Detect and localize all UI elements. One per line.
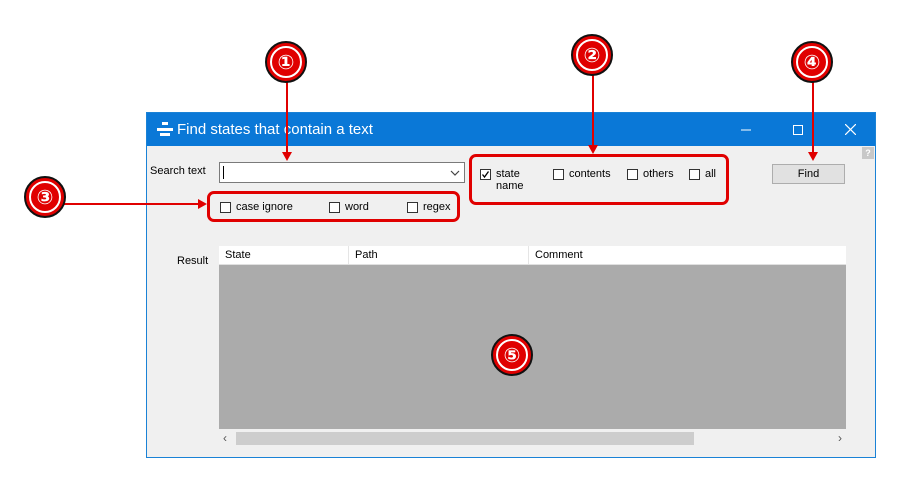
horizontal-scrollbar[interactable]: ‹ › (219, 429, 846, 448)
title-bar[interactable]: Find states that contain a text (147, 113, 875, 146)
help-icon[interactable]: ? (862, 147, 874, 159)
search-text-combobox[interactable] (219, 162, 465, 183)
result-label: Result (177, 255, 209, 267)
annotation-badge-2: ② (571, 34, 613, 76)
column-header-state[interactable]: State (219, 246, 349, 264)
annotation-number-5: ⑤ (496, 339, 528, 371)
options-highlight-box (207, 191, 460, 222)
arrow-3-line (62, 203, 200, 205)
find-button[interactable]: Find (772, 164, 845, 184)
annotation-badge-3: ③ (24, 176, 66, 218)
annotation-number-2: ② (576, 39, 608, 71)
annotation-number-3: ③ (29, 181, 61, 213)
scrollbar-thumb[interactable] (236, 432, 694, 445)
arrow-4-head (808, 152, 818, 161)
arrow-2-head (588, 145, 598, 154)
window-title: Find states that contain a text (177, 121, 373, 138)
arrow-2-line (592, 75, 594, 147)
result-grid[interactable]: State Path Comment ‹ › (219, 246, 846, 448)
close-button[interactable] (827, 113, 873, 146)
minimize-icon (741, 129, 751, 130)
arrow-1-head (282, 152, 292, 161)
chevron-right-icon[interactable]: › (838, 431, 842, 445)
annotation-number-1: ① (270, 46, 302, 78)
grid-header: State Path Comment (219, 246, 846, 265)
column-header-path[interactable]: Path (349, 246, 529, 264)
annotation-badge-1: ① (265, 41, 307, 83)
scope-highlight-box (469, 154, 729, 205)
maximize-button[interactable] (775, 113, 821, 146)
arrow-1-line (286, 82, 288, 154)
arrow-4-line (812, 81, 814, 152)
annotation-badge-5: ⑤ (491, 334, 533, 376)
text-caret (223, 166, 224, 179)
search-text-label: Search text (150, 165, 206, 177)
chevron-down-icon[interactable] (449, 166, 461, 179)
minimize-button[interactable] (723, 113, 769, 146)
annotation-number-4: ④ (796, 46, 828, 78)
app-state-icon (157, 122, 173, 136)
close-icon (844, 124, 856, 135)
chevron-left-icon[interactable]: ‹ (223, 431, 227, 445)
column-header-comment[interactable]: Comment (529, 246, 846, 264)
arrow-3-head (198, 199, 207, 209)
maximize-icon (793, 124, 803, 135)
annotation-badge-4: ④ (791, 41, 833, 83)
